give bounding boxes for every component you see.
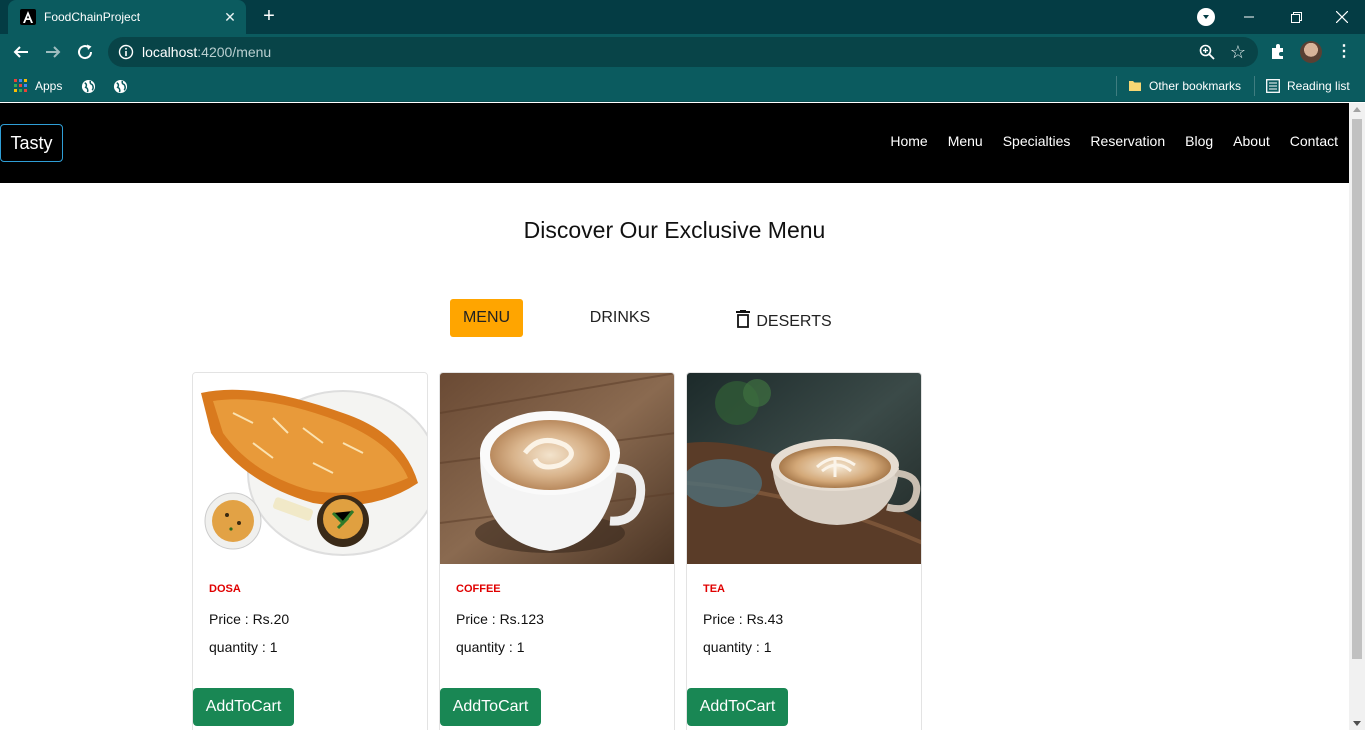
item-name: COFFEE (456, 583, 501, 595)
scrollbar-thumb[interactable] (1352, 119, 1362, 659)
apps-grid-icon (14, 79, 27, 92)
nav-about[interactable]: About (1233, 133, 1270, 149)
filter-deserts[interactable]: DESERTS (732, 303, 836, 341)
nav-links: Home Menu Specialties Reservation Blog A… (870, 133, 1338, 149)
forward-icon[interactable] (42, 41, 64, 63)
filter-deserts-label: DESERTS (756, 313, 832, 330)
bookmarks-bar: Apps Other bookmarks Reading list (0, 70, 1365, 102)
page-viewport: Tasty Home Menu Specialties Reservation … (0, 103, 1349, 730)
bookmark-globe-1[interactable] (81, 77, 103, 95)
item-price: Price : Rs.20 (209, 611, 290, 627)
add-to-cart-button[interactable]: AddToCart (193, 688, 294, 726)
angular-icon (20, 9, 36, 25)
dosa-image (193, 373, 427, 564)
browser-menu-icon[interactable]: ⋮ (1336, 42, 1352, 62)
close-tab-icon[interactable]: ✕ (222, 9, 238, 25)
bookmarks-separator (1116, 76, 1117, 96)
bookmark-star-icon[interactable]: ☆ (1228, 42, 1248, 62)
brand-logo[interactable]: Tasty (0, 124, 63, 162)
bookmark-globe-2[interactable] (113, 77, 135, 95)
browser-tab[interactable]: FoodChainProject ✕ (8, 0, 246, 34)
filter-drinks-label: DRINKS (589, 309, 651, 326)
item-price: Price : Rs.43 (703, 611, 784, 627)
nav-reservation[interactable]: Reservation (1090, 133, 1165, 149)
filter-menu-label: MENU (462, 309, 511, 326)
reading-list-label: Reading list (1287, 79, 1350, 93)
item-quantity: quantity : 1 (703, 639, 772, 655)
menu-heading: Discover Our Exclusive Menu (523, 217, 826, 243)
page-scrollbar[interactable] (1349, 103, 1365, 730)
bookmark-apps[interactable]: Apps (14, 77, 62, 95)
site-navbar: Tasty Home Menu Specialties Reservation … (0, 103, 1349, 183)
scroll-down-icon[interactable] (1353, 721, 1361, 726)
add-to-cart-button[interactable]: AddToCart (687, 688, 788, 726)
other-bookmarks-label: Other bookmarks (1149, 79, 1242, 93)
folder-icon (1129, 81, 1141, 91)
globe-icon (81, 79, 96, 93)
nav-menu[interactable]: Menu (948, 133, 983, 149)
add-to-cart-button[interactable]: AddToCart (440, 688, 541, 726)
tab-title: FoodChainProject (44, 10, 141, 24)
restore-icon[interactable] (1273, 0, 1319, 34)
item-quantity: quantity : 1 (209, 639, 278, 655)
menu-filters: MENU DRINKS DESERTS (450, 299, 870, 339)
scroll-up-icon[interactable] (1353, 107, 1361, 112)
trash-icon (736, 310, 751, 328)
minimize-icon[interactable] (1226, 0, 1272, 34)
item-quantity: quantity : 1 (456, 639, 525, 655)
filter-drinks[interactable]: DRINKS (578, 299, 662, 337)
nav-home[interactable]: Home (890, 133, 927, 149)
browser-toolbar: localhost:4200/menu ☆ ⋮ (0, 34, 1365, 70)
new-tab-icon[interactable]: + (258, 6, 280, 28)
coffee-image (440, 373, 674, 564)
item-name: DOSA (209, 583, 241, 595)
tea-image (687, 373, 921, 564)
extensions-icon[interactable] (1268, 41, 1288, 61)
reading-list[interactable]: Reading list (1266, 77, 1350, 95)
menu-card-dosa: DOSA Price : Rs.20 quantity : 1 AddToCar… (192, 372, 428, 730)
menu-card-coffee: COFFEE Price : Rs.123 quantity : 1 AddTo… (439, 372, 675, 730)
nav-contact[interactable]: Contact (1290, 133, 1338, 149)
reload-icon[interactable] (74, 41, 96, 63)
url-text: localhost:4200/menu (142, 44, 272, 60)
other-bookmarks[interactable]: Other bookmarks (1128, 77, 1241, 95)
item-name: TEA (703, 583, 725, 595)
filter-menu[interactable]: MENU (450, 299, 523, 337)
site-info-icon[interactable] (118, 44, 134, 60)
address-bar[interactable]: localhost:4200/menu ☆ (108, 37, 1258, 67)
bookmarks-separator (1254, 76, 1255, 96)
globe-icon (113, 79, 128, 93)
nav-specialties[interactable]: Specialties (1003, 133, 1071, 149)
zoom-icon[interactable] (1198, 43, 1216, 61)
profile-avatar[interactable] (1300, 41, 1322, 63)
close-window-icon[interactable] (1319, 0, 1365, 34)
menu-card-tea: TEA Price : Rs.43 quantity : 1 AddToCart (686, 372, 922, 730)
apps-label: Apps (35, 79, 63, 93)
item-price: Price : Rs.123 (456, 611, 544, 627)
back-icon[interactable] (10, 41, 32, 63)
browser-tab-strip: FoodChainProject ✕ + (0, 0, 1365, 34)
tab-search-icon[interactable] (1197, 8, 1215, 26)
nav-blog[interactable]: Blog (1185, 133, 1213, 149)
reading-list-icon (1266, 79, 1280, 93)
